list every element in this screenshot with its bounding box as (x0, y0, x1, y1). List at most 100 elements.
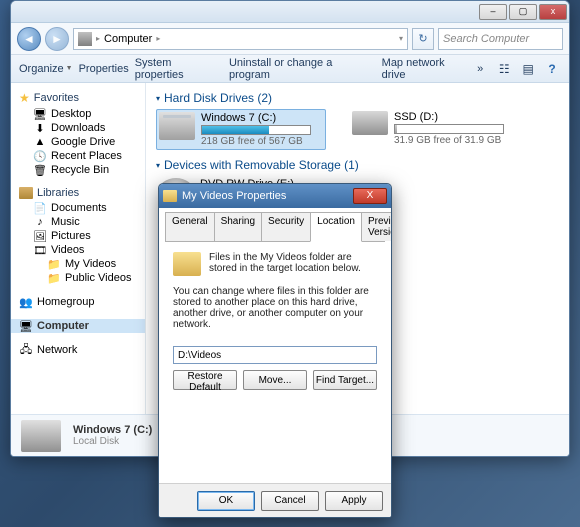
drive-c-label: Windows 7 (C:) (201, 112, 311, 124)
status-subtitle: Local Disk (73, 436, 166, 447)
sidebar-item-videos[interactable]: 🎞Videos (11, 243, 145, 257)
search-input[interactable]: Search Computer (438, 28, 563, 50)
ssd-icon (352, 111, 388, 135)
dialog-titlebar[interactable]: My Videos Properties X (159, 184, 391, 208)
computer-icon (78, 32, 92, 46)
tab-sharing[interactable]: Sharing (214, 212, 262, 241)
dialog-body: General Sharing Security Location Previo… (159, 208, 391, 483)
pictures-icon: 🖼 (33, 230, 47, 242)
sidebar-item-network[interactable]: 🖧Network (11, 343, 145, 357)
dialog-close-button[interactable]: X (353, 188, 387, 204)
tab-location[interactable]: Location (310, 212, 362, 242)
window-titlebar: – ▢ x (11, 1, 569, 23)
dialog-tabs: General Sharing Security Location Previo… (165, 212, 385, 242)
hdd-icon (159, 112, 195, 140)
folder-icon: 📁 (47, 258, 61, 270)
sidebar-item-my-videos[interactable]: 📁My Videos (11, 257, 145, 271)
sidebar-item-downloads[interactable]: ⬇Downloads (11, 121, 145, 135)
organize-menu[interactable]: Organize ▼ (19, 63, 73, 75)
hdd-section-header[interactable]: ▾Hard Disk Drives (2) (156, 91, 559, 105)
star-icon: ★ (19, 91, 30, 105)
removable-section-header[interactable]: ▾Devices with Removable Storage (1) (156, 158, 559, 172)
restore-default-button[interactable]: Restore Default (173, 370, 237, 390)
maximize-button[interactable]: ▢ (509, 4, 537, 20)
favorites-header[interactable]: ★Favorites (11, 89, 145, 107)
properties-dialog: My Videos Properties X General Sharing S… (158, 183, 392, 518)
drive-d[interactable]: SSD (D:) 31.9 GB free of 31.9 GB (350, 109, 520, 150)
status-title: Windows 7 (C:) (73, 424, 152, 436)
move-button[interactable]: Move... (243, 370, 307, 390)
chevron-down-icon: ▼ (66, 65, 73, 72)
apply-button[interactable]: Apply (325, 491, 383, 511)
breadcrumb-computer[interactable]: Computer (104, 33, 152, 45)
libraries-icon (19, 187, 33, 199)
sidebar-item-desktop[interactable]: 🖥Desktop (11, 107, 145, 121)
dropdown-icon[interactable]: ▾ (399, 34, 403, 43)
videos-icon: 🎞 (33, 244, 47, 256)
drive-d-label: SSD (D:) (394, 111, 504, 123)
desktop-icon: 🖥 (33, 108, 47, 120)
properties-button[interactable]: Properties (79, 63, 129, 75)
minimize-button[interactable]: – (479, 4, 507, 20)
map-drive-button[interactable]: Map network drive (382, 57, 471, 81)
sidebar-item-music[interactable]: ♪Music (11, 215, 145, 229)
breadcrumb-sep-icon: ▸ (156, 34, 160, 43)
computer-icon: 🖥 (19, 320, 33, 332)
sidebar-item-computer[interactable]: 🖥Computer (11, 319, 145, 333)
recent-icon: 🕓 (33, 150, 47, 162)
drive-d-free: 31.9 GB free of 31.9 GB (394, 135, 504, 146)
homegroup-icon: 👥 (19, 296, 33, 308)
search-placeholder: Search Computer (443, 33, 529, 45)
folder-icon (163, 190, 177, 202)
drive-c[interactable]: Windows 7 (C:) 218 GB free of 567 GB (156, 109, 326, 150)
toolbar: Organize ▼ Properties System properties … (11, 55, 569, 83)
dialog-footer: OK Cancel Apply (159, 483, 391, 517)
find-target-button[interactable]: Find Target... (313, 370, 377, 390)
tab-general[interactable]: General (165, 212, 215, 241)
downloads-icon: ⬇ (33, 122, 47, 134)
location-path-input[interactable] (173, 346, 377, 364)
documents-icon: 📄 (33, 202, 47, 214)
preview-pane-icon[interactable]: ▤ (519, 61, 537, 77)
ok-button[interactable]: OK (197, 491, 255, 511)
drive-c-free: 218 GB free of 567 GB (201, 136, 311, 147)
dialog-title-text: My Videos Properties (182, 190, 286, 202)
collapse-icon: ▾ (156, 161, 160, 170)
recycle-icon: 🗑 (33, 164, 47, 176)
tab-panel-location: Files in the My Videos folder are stored… (165, 242, 385, 483)
libraries-header[interactable]: Libraries (11, 185, 145, 201)
folder-icon: ▲ (33, 136, 47, 148)
tab-security[interactable]: Security (261, 212, 311, 241)
sidebar-item-homegroup[interactable]: 👥Homegroup (11, 295, 145, 309)
close-button[interactable]: x (539, 4, 567, 20)
nav-row: ◄ ► ▸ Computer ▸ ▾ ↻ Search Computer (11, 23, 569, 55)
uninstall-button[interactable]: Uninstall or change a program (229, 57, 376, 81)
sidebar-item-recent[interactable]: 🕓Recent Places (11, 149, 145, 163)
location-description-1: Files in the My Videos folder are stored… (209, 252, 377, 276)
music-icon: ♪ (33, 216, 47, 228)
location-description-2: You can change where files in this folde… (173, 286, 377, 330)
toolbar-overflow[interactable]: » (477, 63, 483, 75)
forward-button[interactable]: ► (45, 27, 69, 51)
cancel-button[interactable]: Cancel (261, 491, 319, 511)
sidebar: ★Favorites 🖥Desktop ⬇Downloads ▲Google D… (11, 83, 146, 414)
capacity-bar (201, 125, 311, 135)
sidebar-item-pictures[interactable]: 🖼Pictures (11, 229, 145, 243)
folder-icon: 📁 (47, 272, 61, 284)
sidebar-item-public-videos[interactable]: 📁Public Videos (11, 271, 145, 285)
folder-large-icon (173, 252, 201, 276)
network-icon: 🖧 (19, 344, 33, 356)
refresh-button[interactable]: ↻ (412, 28, 434, 50)
back-button[interactable]: ◄ (17, 27, 41, 51)
tab-previous-versions[interactable]: Previous Versions (361, 212, 392, 241)
help-icon[interactable]: ? (543, 61, 561, 77)
sidebar-item-google-drive[interactable]: ▲Google Drive (11, 135, 145, 149)
sidebar-item-documents[interactable]: 📄Documents (11, 201, 145, 215)
view-icon[interactable]: ☷ (495, 61, 513, 77)
collapse-icon: ▾ (156, 94, 160, 103)
capacity-bar (394, 124, 504, 134)
system-properties-button[interactable]: System properties (135, 57, 223, 81)
sidebar-item-recycle[interactable]: 🗑Recycle Bin (11, 163, 145, 177)
address-bar[interactable]: ▸ Computer ▸ ▾ (73, 28, 408, 50)
breadcrumb-sep-icon: ▸ (96, 34, 100, 43)
